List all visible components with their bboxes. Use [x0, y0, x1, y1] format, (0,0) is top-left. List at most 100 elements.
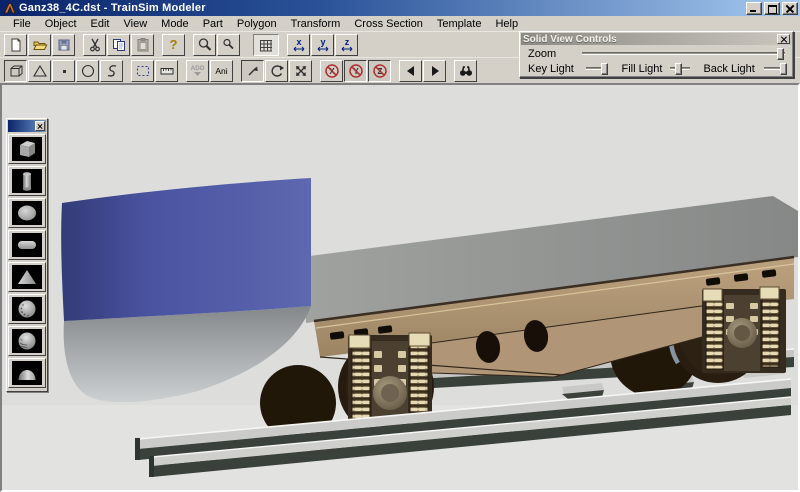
binoculars-icon [458, 63, 474, 79]
palette-close-button[interactable] [35, 121, 45, 131]
scissors-icon [87, 37, 103, 53]
paste-button[interactable] [131, 34, 154, 56]
light-sliders-row: Key Light Fill Light Back Light [520, 61, 793, 76]
open-button[interactable] [28, 34, 51, 56]
triangle-tool-button[interactable] [28, 60, 51, 82]
no-z-axis-icon: Z [372, 63, 388, 79]
scale-arrows-icon [293, 63, 309, 79]
select-tool-button[interactable] [131, 60, 154, 82]
menu-object[interactable]: Object [38, 17, 84, 31]
left-arrow-icon [403, 63, 419, 79]
zoom-in-button[interactable] [193, 34, 216, 56]
menu-polygon[interactable]: Polygon [230, 17, 284, 31]
key-light-label: Key Light [528, 63, 574, 75]
bogie-right [702, 287, 786, 373]
app-icon [3, 2, 16, 15]
3d-scene [2, 85, 798, 490]
zoom-out-button[interactable] [217, 34, 240, 56]
lock-y-button[interactable]: Y [344, 60, 367, 82]
title-bar[interactable]: Ganz38_4C.dst - TrainSim Modeler [0, 0, 800, 16]
menu-transform[interactable]: Transform [284, 17, 348, 31]
save-disk-icon [56, 37, 72, 53]
restore-button[interactable] [764, 2, 780, 15]
add-button[interactable]: ADD [186, 60, 209, 82]
palette-geosphere-button[interactable] [8, 326, 46, 356]
panel-close-button[interactable] [777, 34, 790, 44]
fill-light-slider[interactable] [670, 67, 690, 70]
menu-template[interactable]: Template [430, 17, 489, 31]
spline-tool-button[interactable] [100, 60, 123, 82]
move-tool-button[interactable] [241, 60, 264, 82]
axis-y-button[interactable]: y [311, 34, 334, 56]
down-arrow-icon [194, 72, 201, 76]
axis-x-button[interactable]: x [287, 34, 310, 56]
palette-title-bar[interactable] [8, 120, 46, 132]
solid-view-controls-panel[interactable]: Solid View Controls Zoom Key Light Fill … [519, 31, 794, 78]
point-tool-button[interactable] [52, 60, 75, 82]
new-button[interactable] [4, 34, 27, 56]
cylinder-shape-icon [15, 170, 39, 192]
axis-z-button[interactable]: z [335, 34, 358, 56]
animation-button[interactable]: Ani [210, 60, 233, 82]
help-button[interactable]: ? [162, 34, 185, 56]
key-light-slider[interactable] [586, 67, 607, 70]
fill-light-label: Fill Light [621, 63, 662, 75]
find-button[interactable] [454, 60, 477, 82]
palette-sphere-button[interactable] [8, 198, 46, 228]
shape-palette-window[interactable] [6, 118, 48, 392]
lock-z-button[interactable]: Z [368, 60, 391, 82]
box-outline-icon [8, 63, 24, 79]
menu-help[interactable]: Help [488, 17, 525, 31]
back-light-label: Back Light [703, 63, 754, 75]
zoom-slider-label: Zoom [528, 48, 556, 60]
spline-curve-icon [104, 63, 120, 79]
scale-tool-button[interactable] [289, 60, 312, 82]
magnifier-small-icon [221, 37, 237, 53]
box-tool-button[interactable] [4, 60, 27, 82]
next-button[interactable] [423, 60, 446, 82]
axis-z-icon: z [339, 37, 355, 53]
save-button[interactable] [52, 34, 75, 56]
previous-button[interactable] [399, 60, 422, 82]
no-y-axis-icon: Y [348, 63, 364, 79]
palette-cylinder-button[interactable] [8, 166, 46, 196]
svg-text:z: z [344, 37, 349, 47]
palette-box-button[interactable] [8, 134, 46, 164]
menu-file[interactable]: File [6, 17, 38, 31]
textured-sphere-icon [15, 298, 39, 320]
paste-clipboard-icon [135, 37, 151, 53]
dome-shape-icon [15, 362, 39, 384]
back-light-slider[interactable] [764, 67, 785, 70]
palette-cone-button[interactable] [8, 262, 46, 292]
move-arrow-icon [245, 63, 261, 79]
copy-icon [111, 37, 127, 53]
palette-disc-button[interactable] [8, 230, 46, 260]
minimize-button[interactable] [746, 2, 762, 15]
measure-tool-button[interactable] [155, 60, 178, 82]
zoom-slider[interactable] [582, 52, 785, 55]
close-button[interactable] [782, 2, 798, 15]
circle-tool-button[interactable] [76, 60, 99, 82]
palette-dome-button[interactable] [8, 358, 46, 388]
rotate-tool-button[interactable] [265, 60, 288, 82]
circle-outline-icon [80, 63, 96, 79]
copy-button[interactable] [107, 34, 130, 56]
cut-button[interactable] [83, 34, 106, 56]
ruler-icon [159, 63, 175, 79]
sphere-shape-icon [15, 202, 39, 224]
lock-x-button[interactable]: X [320, 60, 343, 82]
palette-textured-sphere-button[interactable] [8, 294, 46, 324]
open-folder-icon [32, 37, 48, 53]
solid-view-controls-title-bar[interactable]: Solid View Controls [521, 33, 792, 45]
menu-part[interactable]: Part [196, 17, 230, 31]
help-icon: ? [170, 37, 178, 52]
menu-edit[interactable]: Edit [84, 17, 117, 31]
menu-view[interactable]: View [117, 17, 155, 31]
geosphere-icon [15, 330, 39, 352]
menu-cross-section[interactable]: Cross Section [347, 17, 429, 31]
viewport[interactable] [0, 83, 800, 492]
grid-icon [258, 37, 274, 53]
menu-mode[interactable]: Mode [154, 17, 196, 31]
trainsim-modeler-window: Ganz38_4C.dst - TrainSim Modeler File Ob… [0, 0, 800, 492]
grid-toggle-button[interactable] [253, 34, 279, 56]
